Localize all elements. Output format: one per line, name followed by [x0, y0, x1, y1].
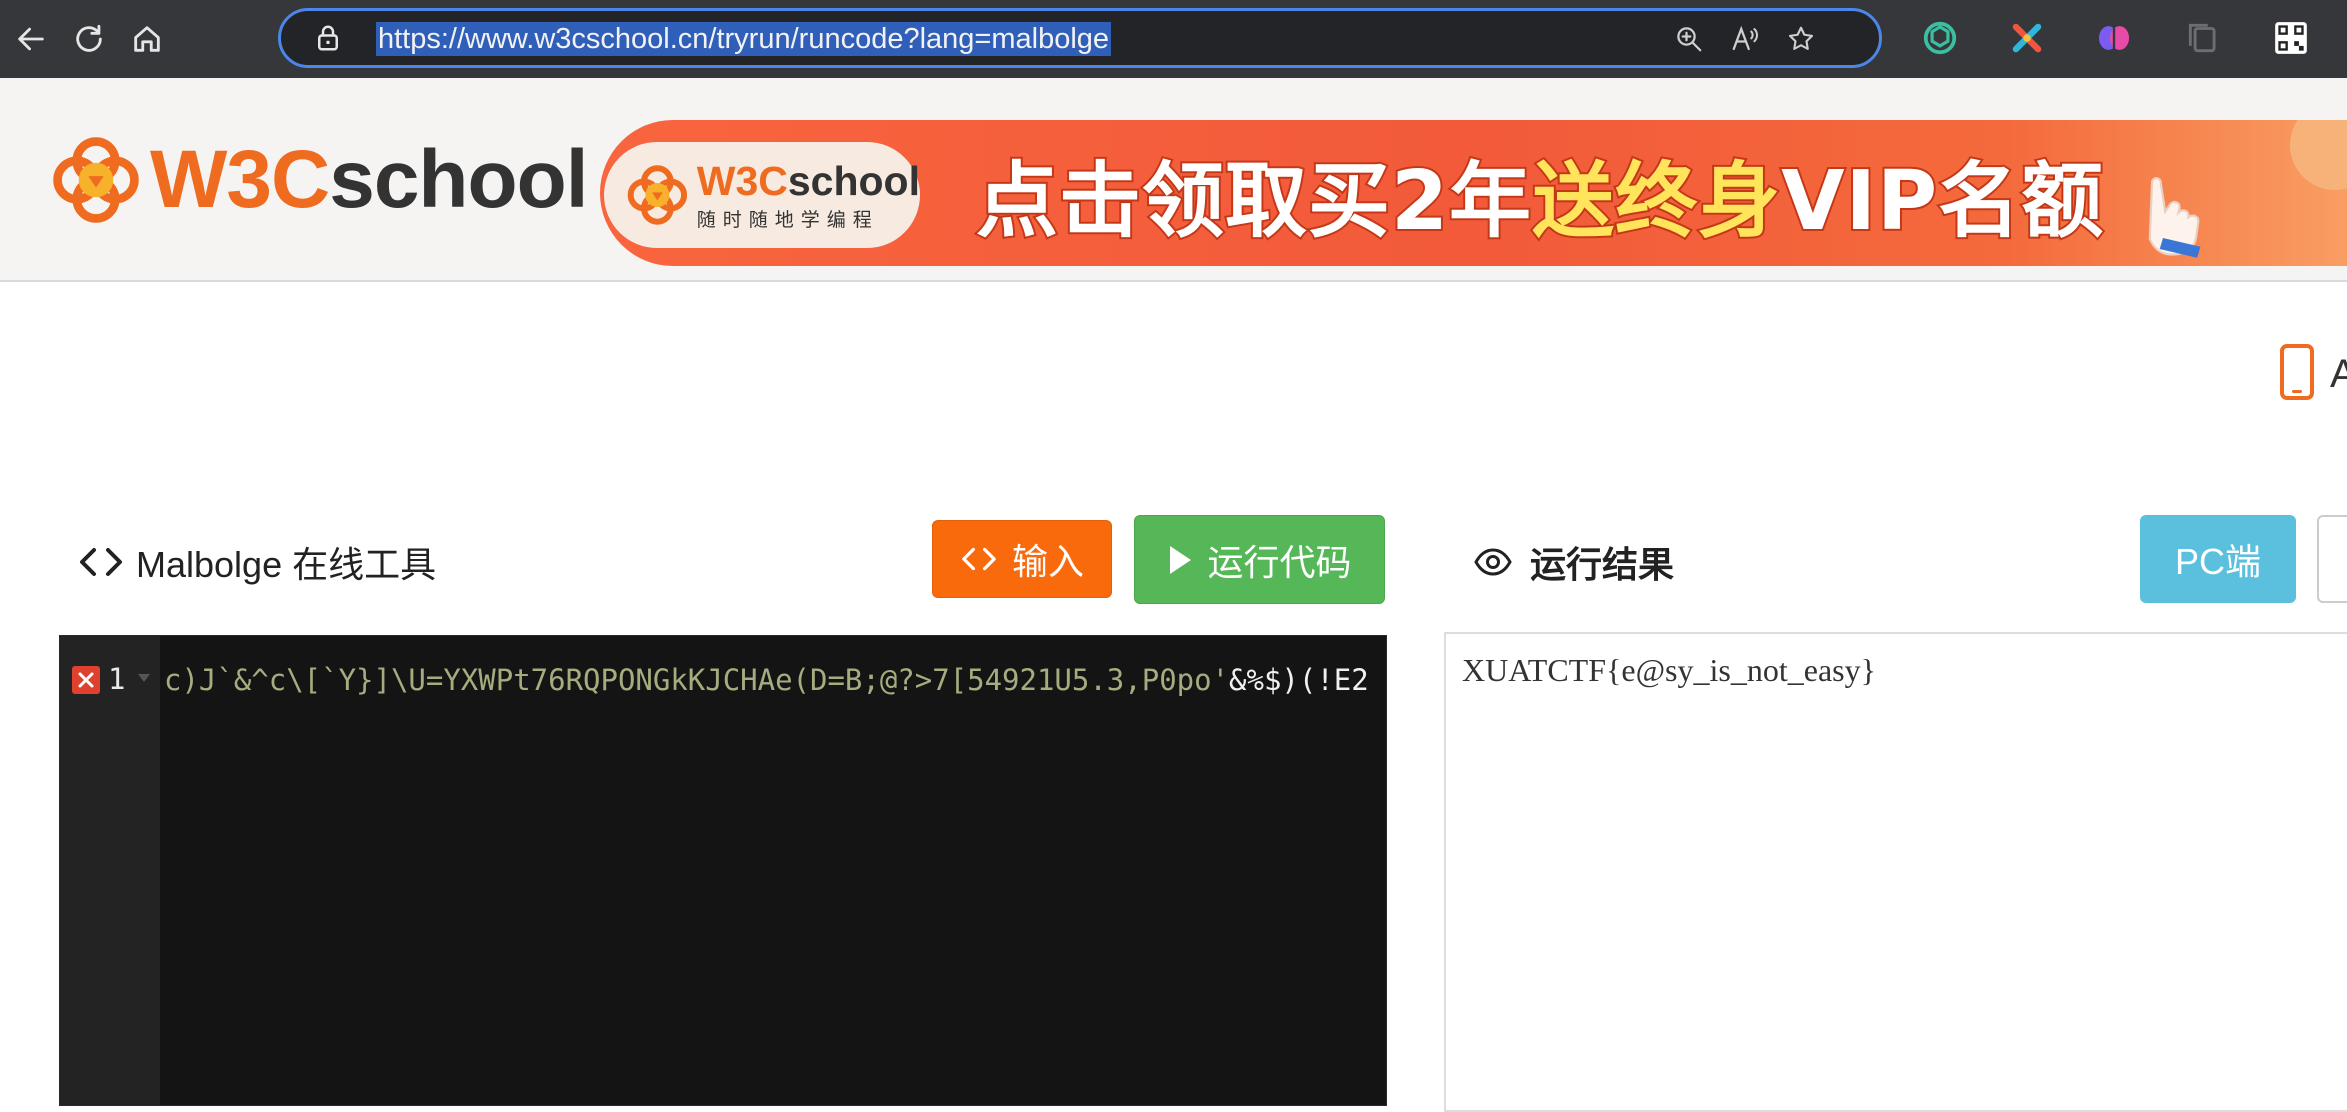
- banner-text-part2: 送终身: [1530, 152, 1782, 251]
- mobile-phone-icon[interactable]: [2280, 344, 2314, 400]
- code-brackets-icon: [962, 547, 996, 571]
- url-text[interactable]: https://www.w3cschool.cn/tryrun/runcode?…: [376, 22, 1112, 56]
- code-brackets-icon: [80, 548, 122, 576]
- logo-text: W3Cschool: [150, 133, 588, 227]
- read-aloud-icon: [1732, 25, 1758, 51]
- home-button[interactable]: [122, 14, 172, 64]
- coin-decoration: [2290, 120, 2347, 190]
- banner-text-part1: 点击领取买2年: [974, 152, 1533, 251]
- back-arrow-icon: [18, 27, 44, 51]
- banner-tagline: 随时随地学编程: [696, 208, 879, 231]
- eye-icon: [1474, 548, 1512, 576]
- input-button-label: 输入: [1011, 542, 1084, 583]
- banner-brand: W3Cschool 随时随地学编程: [697, 159, 920, 232]
- mobile-app-label[interactable]: A: [2330, 352, 2347, 397]
- banner-brand-pill: W3Cschool 随时随地学编程: [604, 142, 920, 248]
- logo-school: school: [329, 134, 588, 225]
- run-code-button[interactable]: 运行代码: [1134, 515, 1385, 604]
- banner-headline: 点击领取买2年送终身VIP名额: [974, 134, 2105, 253]
- brain-extension[interactable]: [2095, 19, 2133, 57]
- pc-view-button[interactable]: PC端: [2140, 515, 2296, 603]
- browser-toolbar: https://www.w3cschool.cn/tryrun/runcode?…: [0, 0, 2347, 78]
- x-extension[interactable]: [2008, 19, 2046, 57]
- read-aloud-button[interactable]: [1729, 23, 1761, 55]
- address-bar[interactable]: https://www.w3cschool.cn/tryrun/runcode?…: [278, 8, 1882, 68]
- lock-icon[interactable]: [313, 23, 343, 53]
- editor-gutter: 1: [60, 636, 160, 1105]
- banner-w3c: W3C: [696, 157, 788, 204]
- back-button[interactable]: [6, 14, 56, 64]
- logo-w3c: W3C: [150, 134, 330, 225]
- chatgpt-extension[interactable]: [1921, 19, 1959, 57]
- view-toggle-button[interactable]: [2317, 515, 2347, 603]
- line-number: 1: [108, 662, 126, 696]
- result-title: 运行结果: [1474, 536, 1674, 588]
- tool-title-text: Malbolge 在线工具: [136, 544, 437, 585]
- zoom-button[interactable]: [1673, 23, 1705, 55]
- home-icon: [134, 26, 160, 52]
- zoom-icon: [1677, 27, 1702, 52]
- refresh-icon: [76, 24, 102, 52]
- banner-school: school: [787, 157, 920, 204]
- star-icon: [1788, 26, 1814, 50]
- qr-code-icon: [2275, 22, 2307, 54]
- collections-button[interactable]: [2184, 19, 2222, 57]
- lion-logo-icon: [53, 137, 139, 223]
- code-editor[interactable]: 1 c)J`&^c\[`Y}]\U=YXWPt76RQPONGkKJCHAe(D…: [59, 635, 1387, 1106]
- w3cschool-logo[interactable]: W3Cschool: [48, 130, 588, 230]
- collections-icon: [2188, 23, 2216, 53]
- output-panel[interactable]: XUATCTF{e@sy_is_not_easy}: [1444, 632, 2347, 1112]
- play-icon: [1170, 545, 1192, 574]
- brain-icon: [2098, 26, 2130, 50]
- site-header: W3Cschool W3Cschool 随时随地学编程 点击领取买2年送终身VI…: [0, 78, 2347, 282]
- tool-title: Malbolge 在线工具: [78, 536, 436, 588]
- close-icon: [78, 672, 94, 688]
- banner-text-part3: VIP名额: [1779, 152, 2105, 251]
- error-icon[interactable]: [72, 666, 100, 694]
- code-line[interactable]: c)J`&^c\[`Y}]\U=YXWPt76RQPONGkKJCHAe(D=B…: [164, 662, 1384, 698]
- promo-banner[interactable]: W3Cschool 随时随地学编程 点击领取买2年送终身VIP名额: [600, 120, 2347, 266]
- lion-logo-icon: [627, 165, 688, 225]
- output-text: XUATCTF{e@sy_is_not_easy}: [1462, 652, 1876, 688]
- code-plain-token: &%$)(!E2: [1229, 663, 1369, 697]
- input-button[interactable]: 输入: [932, 520, 1112, 598]
- code-string-token: c)J`&^c\[`Y}]\U=YXWPt76RQPONGkKJCHAe(D=B…: [164, 663, 1230, 697]
- run-code-button-label: 运行代码: [1207, 542, 1352, 584]
- chatgpt-icon: [1923, 21, 1957, 55]
- banner-brand-title: W3Cschool: [697, 159, 920, 203]
- pointing-hand-icon: [2148, 176, 2201, 258]
- x-extension-icon: [2012, 23, 2042, 53]
- refresh-button[interactable]: [64, 14, 114, 64]
- fold-arrow-icon[interactable]: [138, 674, 150, 682]
- qr-code-button[interactable]: [2272, 19, 2310, 57]
- favorite-button[interactable]: [1785, 23, 1817, 55]
- result-title-text: 运行结果: [1530, 545, 1675, 586]
